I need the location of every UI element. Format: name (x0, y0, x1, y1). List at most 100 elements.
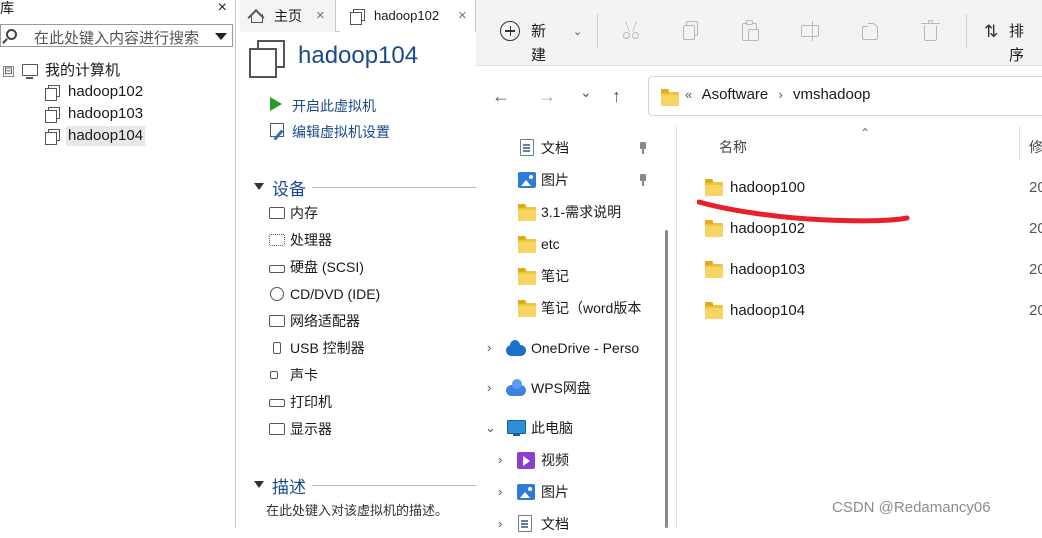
file-row[interactable]: hadoop103 20 (697, 255, 1042, 285)
collapse-icon[interactable]: ⊟ (3, 66, 14, 77)
device-network-adapter[interactable]: 网络适配器 (268, 310, 360, 332)
forward-arrow-icon[interactable]: → (538, 86, 556, 107)
navigation-pane-scrollbar[interactable] (665, 230, 668, 528)
device-display[interactable]: 显示器 (268, 418, 332, 440)
computer-icon (22, 64, 38, 79)
virtual-machine-icon (45, 85, 60, 101)
breadcrumb-item[interactable]: Asoftware (702, 86, 769, 103)
chevron-right-icon[interactable]: › (487, 374, 491, 402)
tree-item-vm[interactable]: hadoop103 (0, 104, 236, 124)
tab-home[interactable]: 主页 × (240, 0, 336, 32)
file-row[interactable]: hadoop104 20 (697, 296, 1042, 326)
tab-close-icon[interactable]: × (458, 0, 467, 32)
collapse-devices-icon[interactable] (254, 183, 264, 190)
address-bar[interactable]: « Asoftware › vmshadoop (648, 76, 1042, 116)
nav-item-label: 笔记 (541, 268, 569, 284)
nav-item-label: 3.1-需求说明 (541, 204, 622, 220)
collapse-description-icon[interactable] (254, 481, 264, 488)
library-search-placeholder: 在此处键入内容进行搜索 (34, 30, 200, 47)
nav-item-this-pc[interactable]: ⌄ 此电脑 (476, 414, 662, 442)
chevron-right-icon[interactable]: › (487, 334, 491, 362)
device-usb-controller[interactable]: USB 控制器 (268, 337, 365, 359)
tab-label: hadoop102 (374, 8, 440, 23)
nav-item-folder[interactable]: etc (476, 230, 662, 258)
folder-icon (518, 268, 536, 285)
tab-close-icon[interactable]: × (316, 0, 325, 32)
folder-icon (518, 236, 536, 253)
tree-item-vm[interactable]: hadoop102 (0, 82, 236, 102)
device-label: USB 控制器 (290, 340, 365, 356)
chevron-down-icon: ⌄ (573, 26, 583, 38)
videos-icon (517, 452, 535, 469)
file-date: 20 (1029, 261, 1042, 278)
nav-item-pictures[interactable]: › 图片 (476, 478, 662, 506)
column-header-modified[interactable]: 修 (1029, 137, 1042, 157)
nav-item-onedrive[interactable]: › OneDrive - Perso (476, 334, 662, 362)
memory-icon (268, 206, 286, 220)
copy-icon[interactable] (681, 20, 701, 42)
device-cd-dvd[interactable]: CD/DVD (IDE) (268, 283, 380, 305)
wps-cloud-icon (506, 379, 526, 396)
column-header-name[interactable]: 名称 (719, 137, 747, 157)
device-memory[interactable]: 内存 (268, 202, 318, 224)
vm-tab-bar: 主页 × hadoop102 × (240, 0, 476, 32)
divider (312, 485, 476, 486)
paste-icon[interactable] (741, 20, 761, 42)
file-name: hadoop104 (730, 302, 806, 319)
red-underline-annotation (697, 199, 910, 224)
folder-icon (661, 89, 679, 106)
device-processor[interactable]: 处理器 (268, 229, 332, 251)
chevron-right-icon[interactable]: › (498, 446, 502, 474)
share-icon[interactable] (861, 20, 881, 42)
back-arrow-icon[interactable]: ← (492, 86, 510, 107)
breadcrumb-separator[interactable]: › (778, 87, 782, 102)
device-sound-card[interactable]: 声卡 (268, 364, 318, 386)
tree-item-vm-selected[interactable]: hadoop104 (0, 126, 236, 146)
nav-item-wps[interactable]: › WPS网盘 (476, 374, 662, 402)
network-adapter-icon (268, 314, 286, 328)
library-close-button[interactable]: × (218, 0, 227, 16)
nav-item-folder[interactable]: 3.1-需求说明 (476, 198, 662, 226)
chevron-down-icon[interactable]: ⌄ (485, 414, 496, 442)
device-hard-disk[interactable]: 硬盘 (SCSI) (268, 256, 364, 278)
vm-title: hadoop104 (298, 42, 419, 69)
up-arrow-icon[interactable]: ↑ (612, 86, 621, 107)
tree-item-my-computer[interactable]: ⊟ 我的计算机 (0, 61, 236, 81)
pin-icon[interactable] (638, 142, 648, 154)
pin-icon[interactable] (638, 174, 648, 186)
device-label: 硬盘 (SCSI) (290, 259, 364, 275)
column-resize-handle[interactable] (1019, 126, 1020, 160)
chevron-right-icon[interactable]: › (498, 478, 502, 506)
navigation-pane: 文档 图片 3.1-需求说明 etc 笔记 笔记（word版本 › OneDri… (476, 126, 676, 532)
tab-label: 主页 (274, 8, 302, 24)
chevron-right-icon[interactable]: › (498, 510, 502, 538)
library-title: 库 (0, 0, 236, 22)
nav-item-documents[interactable]: › 文档 (476, 510, 662, 538)
processor-icon (268, 233, 286, 247)
recent-locations-chevron-icon[interactable]: ⌄ (580, 84, 592, 101)
nav-item-pictures[interactable]: 图片 (476, 166, 662, 194)
document-icon (518, 515, 532, 532)
nav-item-folder[interactable]: 笔记（word版本 (476, 294, 662, 322)
nav-item-videos[interactable]: › 视频 (476, 446, 662, 474)
breadcrumb-item[interactable]: vmshadoop (793, 86, 871, 103)
tree-item-label: 我的计算机 (45, 62, 121, 79)
nav-item-documents[interactable]: 文档 (476, 134, 662, 162)
vm-description-field[interactable]: 在此处键入对该虚拟机的描述。 (266, 500, 448, 519)
folder-icon (705, 302, 723, 319)
rename-icon[interactable] (801, 20, 821, 42)
nav-item-label: 文档 (541, 516, 569, 532)
watermark: CSDN @Redamancy06 (832, 499, 991, 516)
breadcrumb-overflow[interactable]: « (685, 87, 692, 102)
library-search-input[interactable]: 在此处键入内容进行搜索 (0, 24, 233, 47)
description-header: 描述 (272, 478, 306, 497)
search-dropdown-icon[interactable] (215, 33, 227, 40)
cut-icon[interactable] (621, 20, 641, 42)
nav-item-folder[interactable]: 笔记 (476, 262, 662, 290)
divider (312, 187, 476, 188)
delete-icon[interactable] (921, 20, 941, 42)
tab-vm-hadoop102[interactable]: hadoop102 × (340, 0, 476, 32)
device-printer[interactable]: 打印机 (268, 391, 332, 413)
usb-icon (268, 341, 286, 355)
sort-ascending-icon: ⌃ (860, 126, 871, 140)
